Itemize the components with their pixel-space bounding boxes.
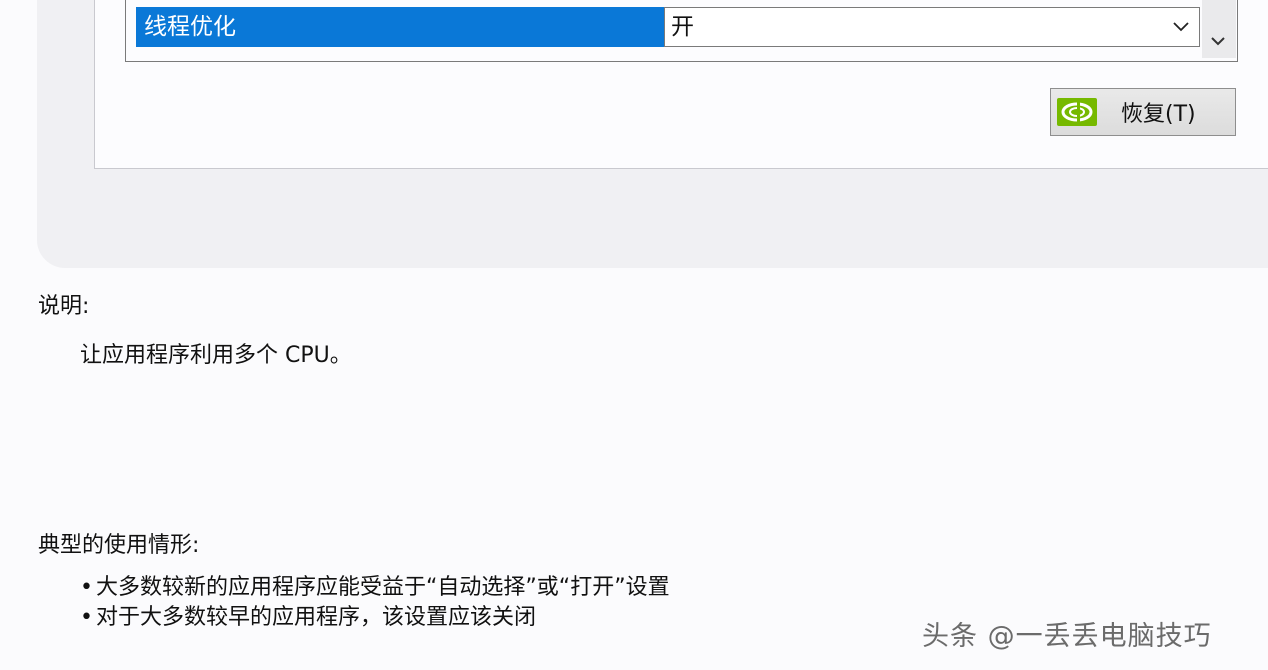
bullet: • xyxy=(80,575,93,600)
scroll-down-icon[interactable] xyxy=(1204,28,1232,54)
description-heading: 说明: xyxy=(38,294,90,319)
list-item: • 对于大多数较早的应用程序，该设置应该关闭 xyxy=(80,603,670,633)
list-item-text: 大多数较新的应用程序应能受益于“自动选择”或“打开”设置 xyxy=(96,575,670,600)
nvidia-logo-icon xyxy=(1057,98,1097,126)
setting-row-thread-optimization[interactable]: 线程优化 开 xyxy=(136,7,1200,47)
setting-name[interactable]: 线程优化 xyxy=(136,7,664,47)
restore-button[interactable]: 恢复(T) xyxy=(1050,88,1236,136)
setting-value-dropdown[interactable]: 开 xyxy=(664,7,1200,47)
restore-button-label: 恢复(T) xyxy=(1121,102,1196,127)
watermark: 头条 @一丢丢电脑技巧 xyxy=(922,621,1212,652)
chevron-down-icon xyxy=(1173,22,1189,32)
list-item-text: 对于大多数较早的应用程序，该设置应该关闭 xyxy=(96,605,537,630)
bullet: • xyxy=(80,605,93,630)
typical-usage-heading: 典型的使用情形: xyxy=(38,533,200,558)
description-text: 让应用程序利用多个 CPU。 xyxy=(80,343,352,368)
typical-usage-list: • 大多数较新的应用程序应能受益于“自动选择”或“打开”设置 • 对于大多数较早的应… xyxy=(80,573,670,633)
list-item: • 大多数较新的应用程序应能受益于“自动选择”或“打开”设置 xyxy=(80,573,670,603)
setting-value-text: 开 xyxy=(671,14,694,40)
